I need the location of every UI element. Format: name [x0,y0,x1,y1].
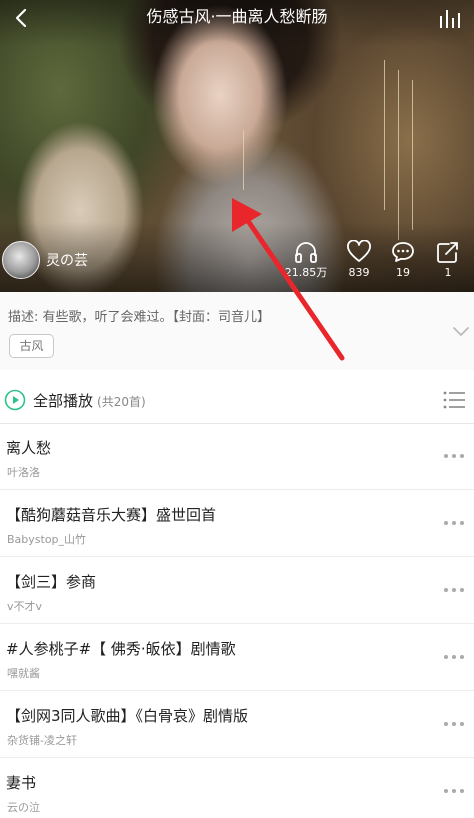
list-icon[interactable] [442,389,466,411]
song-artist: Babystop_山竹 [7,533,87,546]
playlist-cover: 伤感古风·一曲离人愁断肠 灵の芸 21.85万 839 19 1 [0,0,474,292]
play-all-label[interactable]: 全部播放 (共20首) [33,390,146,411]
more-icon[interactable] [442,519,466,527]
chevron-down-icon[interactable] [452,324,470,338]
song-title: 【剑三】参商 [6,573,97,591]
equalizer-icon[interactable] [438,8,464,28]
cover-ornament [243,130,244,190]
song-artist: 杂货铺-凌之轩 [7,734,77,747]
play-all-bar[interactable]: 全部播放 (共20首) [0,380,474,420]
cover-ornament [384,60,385,210]
tag-chip[interactable]: 古风 [9,334,54,358]
song-title: 妻书 [6,774,37,792]
row-divider [0,556,474,557]
song-title: #人参桃子#【 佛秀·皈依】剧情歌 [6,640,236,658]
more-icon[interactable] [442,452,466,460]
share-icon [437,242,458,263]
song-artist: v不才v [7,600,43,613]
cover-ornament [412,80,413,230]
row-divider [0,690,474,691]
row-divider [0,489,474,490]
listens-count: 21.85万 [284,266,328,279]
description-text: 描述: 有些歌，听了会难过。【封面：司音儿】 [8,310,271,325]
back-icon[interactable] [10,6,34,30]
song-row[interactable]: 【剑网3同人歌曲】《白骨哀》剧情版 杂货铺-凌之轩 [0,692,474,758]
stats-bar: 21.85万 839 19 1 [0,240,474,284]
comment-icon [392,242,414,262]
more-icon[interactable] [442,653,466,661]
play-all-text: 全部播放 [33,392,94,410]
cover-ornament [398,70,399,240]
more-icon[interactable] [442,720,466,728]
song-row[interactable]: 【剑三】参商 v不才v [0,558,474,624]
song-artist: 云の泣 [7,801,40,814]
page-title: 伤感古风·一曲离人愁断肠 [146,7,328,26]
song-row[interactable]: 妻书 云の泣 [0,759,474,818]
row-divider [0,623,474,624]
play-circle-icon[interactable] [4,389,26,411]
song-row[interactable]: 离人愁 叶洛洛 [0,424,474,490]
headphones-icon [295,242,317,263]
playlist-description[interactable]: 描述: 有些歌，听了会难过。【封面：司音儿】 古风 [0,292,474,370]
shares-stat[interactable]: 1 [418,240,474,280]
row-divider [0,757,474,758]
shares-count: 1 [444,266,452,279]
song-artist: 嘿就酱 [7,667,40,680]
song-artist: 叶洛洛 [7,466,40,479]
more-icon[interactable] [442,787,466,795]
song-title: 【酷狗蘑菇音乐大赛】盛世回首 [6,506,217,524]
more-icon[interactable] [442,586,466,594]
song-row[interactable]: #人参桃子#【 佛秀·皈依】剧情歌 嘿就酱 [0,625,474,691]
song-count: (共20首) [97,395,146,409]
listens-stat[interactable]: 21.85万 [276,240,336,280]
song-title: 【剑网3同人歌曲】《白骨哀》剧情版 [6,707,249,725]
title-bar: 伤感古风·一曲离人愁断肠 [0,0,474,36]
song-row[interactable]: 【酷狗蘑菇音乐大赛】盛世回首 Babystop_山竹 [0,491,474,557]
heart-icon [347,240,371,262]
song-title: 离人愁 [6,439,52,457]
